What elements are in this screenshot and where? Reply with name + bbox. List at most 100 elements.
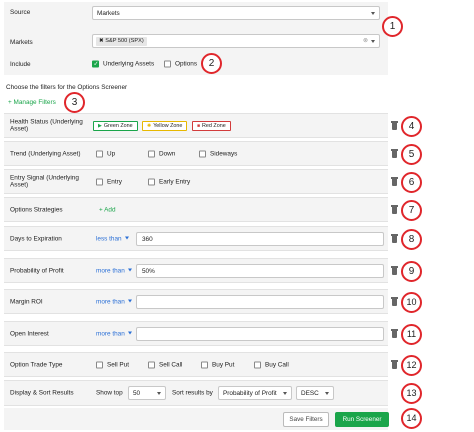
oi-input[interactable] — [136, 326, 384, 341]
run-screener-button[interactable]: Run Screener — [335, 412, 389, 427]
checkbox[interactable] — [148, 178, 155, 185]
markets-select[interactable]: ✖ S&P 500 (SPX) ⊗ — [92, 34, 380, 48]
entry-signal-row: Entry Signal (Underlying Asset) Entry Ea… — [4, 169, 388, 194]
margin-operator: more than — [96, 298, 125, 305]
show-top-label: Show top — [96, 389, 123, 397]
markets-label: Markets — [10, 39, 33, 46]
clear-icon[interactable]: ⊗ — [363, 37, 368, 44]
trash-icon[interactable] — [391, 266, 398, 275]
checkbox[interactable] — [164, 60, 171, 68]
checkbox-checked[interactable] — [92, 60, 99, 68]
source-select[interactable]: Markets — [92, 6, 380, 20]
trash-icon[interactable] — [391, 177, 398, 186]
sell-put-checkbox[interactable]: Sell Put — [96, 361, 129, 368]
days-operator: less than — [96, 235, 122, 242]
annotation-badge-4: 4 — [401, 116, 422, 137]
days-label: Days to Expiration — [10, 234, 62, 242]
checkbox[interactable] — [254, 361, 261, 368]
underlying-assets-checkbox[interactable]: Underlying Assets — [92, 60, 154, 68]
entry-checkbox[interactable]: Entry — [96, 178, 122, 185]
health-status-row: Health Status (Underlying Asset) ▶ Green… — [4, 113, 388, 138]
annotation-badge-6: 6 — [401, 172, 422, 193]
sort-order-select[interactable]: DESC — [296, 386, 334, 400]
show-top-select[interactable]: 50 — [128, 386, 166, 400]
annotation-badge-14: 14 — [401, 408, 422, 429]
checkbox[interactable] — [199, 150, 206, 157]
red-zone-label: Red Zone — [202, 122, 226, 129]
buy-put-checkbox[interactable]: Buy Put — [201, 361, 234, 368]
options-label: Options — [175, 60, 198, 68]
include-label: Include — [10, 61, 31, 68]
sell-call-checkbox[interactable]: Sell Call — [148, 361, 182, 368]
trash-bin — [392, 179, 397, 186]
annotation-badge-1: 1 — [382, 16, 403, 37]
green-zone-toggle[interactable]: ▶ Green Zone — [93, 120, 138, 131]
trash-icon[interactable] — [391, 205, 398, 214]
manage-filters-label: Manage Filters — [13, 99, 56, 106]
checkbox[interactable] — [201, 361, 208, 368]
probability-value: 50% — [142, 267, 155, 275]
probability-label: Probability of Profit — [10, 266, 64, 274]
plus-icon: + — [8, 99, 12, 106]
options-checkbox[interactable]: Options — [164, 60, 198, 68]
chevron-down-icon — [325, 392, 329, 395]
days-operator-dropdown[interactable]: less than — [96, 235, 129, 242]
sun-icon: ✺ — [147, 122, 152, 129]
entry-label: Entry — [107, 178, 122, 185]
trash-icon[interactable] — [391, 149, 398, 158]
market-tag[interactable]: ✖ S&P 500 (SPX) — [96, 37, 147, 46]
annotation-badge-9: 9 — [401, 261, 422, 282]
trend-up-label: Up — [107, 150, 116, 157]
chevron-down-icon — [283, 392, 287, 395]
annotation-badge-11: 11 — [401, 324, 422, 345]
save-filters-button[interactable]: Save Filters — [283, 412, 329, 427]
trash-bin — [392, 207, 397, 214]
red-zone-toggle[interactable]: ■ Red Zone — [192, 120, 231, 131]
checkbox[interactable] — [148, 150, 155, 157]
trend-up-checkbox[interactable]: Up — [96, 150, 115, 157]
oi-operator: more than — [96, 330, 125, 337]
days-input[interactable]: 360 — [136, 231, 384, 246]
probability-row: Probability of Profit more than 50% — [4, 258, 388, 283]
sort-by-select[interactable]: Probability of Profit — [218, 386, 292, 400]
trend-label: Trend (Underlying Asset) — [10, 149, 81, 157]
probability-input[interactable]: 50% — [136, 263, 384, 278]
chevron-down-icon — [127, 299, 132, 303]
margin-input[interactable] — [136, 294, 384, 309]
margin-roi-label: Margin ROI — [10, 297, 43, 305]
add-strategy-button[interactable]: + Add — [99, 206, 116, 213]
market-tag-label: S&P 500 (SPX) — [105, 38, 144, 44]
early-entry-label: Early Entry — [159, 178, 191, 185]
yellow-zone-label: Yellow Zone — [153, 122, 183, 129]
checkbox[interactable] — [148, 361, 155, 368]
chevron-down-icon — [127, 268, 132, 272]
trash-icon[interactable] — [391, 329, 398, 338]
green-zone-label: Green Zone — [103, 122, 133, 129]
early-entry-checkbox[interactable]: Early Entry — [148, 178, 190, 185]
chevron-down-icon — [371, 40, 375, 43]
trash-icon[interactable] — [391, 360, 398, 369]
yellow-zone-toggle[interactable]: ✺ Yellow Zone — [142, 120, 188, 131]
probability-operator-dropdown[interactable]: more than — [96, 267, 132, 274]
margin-operator-dropdown[interactable]: more than — [96, 298, 132, 305]
days-value: 360 — [142, 235, 153, 243]
remove-tag-icon[interactable]: ✖ — [99, 38, 104, 44]
manage-filters-button[interactable]: + Manage Filters — [8, 99, 56, 106]
oi-operator-dropdown[interactable]: more than — [96, 330, 132, 337]
checkbox[interactable] — [96, 361, 103, 368]
trend-sideways-checkbox[interactable]: Sideways — [199, 150, 237, 157]
source-label: Source — [10, 9, 31, 16]
checkbox[interactable] — [96, 150, 103, 157]
sort-order-value: DESC — [301, 390, 319, 397]
trash-icon[interactable] — [391, 121, 398, 130]
annotation-badge-5: 5 — [401, 144, 422, 165]
trash-bin — [392, 236, 397, 243]
chevron-down-icon — [157, 392, 161, 395]
checkbox[interactable] — [96, 178, 103, 185]
trash-icon[interactable] — [391, 234, 398, 243]
trash-icon[interactable] — [391, 297, 398, 306]
trend-down-checkbox[interactable]: Down — [148, 150, 175, 157]
display-sort-label: Display & Sort Results — [10, 389, 74, 397]
annotation-badge-13: 13 — [401, 383, 422, 404]
buy-call-checkbox[interactable]: Buy Call — [254, 361, 289, 368]
